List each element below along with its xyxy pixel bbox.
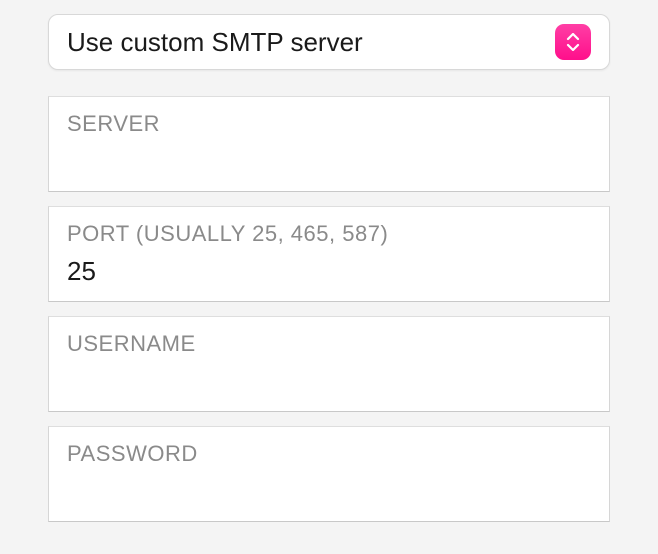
server-field-container: SERVER [48, 96, 610, 192]
chevron-up-down-icon [555, 24, 591, 60]
password-input[interactable] [67, 473, 591, 509]
server-input[interactable] [67, 143, 591, 179]
username-label: USERNAME [67, 331, 591, 357]
smtp-mode-dropdown[interactable]: Use custom SMTP server [48, 14, 610, 70]
port-input[interactable] [67, 253, 591, 289]
port-label: PORT (USUALLY 25, 465, 587) [67, 221, 591, 247]
username-field-container: USERNAME [48, 316, 610, 412]
server-label: SERVER [67, 111, 591, 137]
password-label: PASSWORD [67, 441, 591, 467]
username-input[interactable] [67, 363, 591, 399]
port-field-container: PORT (USUALLY 25, 465, 587) [48, 206, 610, 302]
dropdown-selected-label: Use custom SMTP server [67, 27, 555, 58]
password-field-container: PASSWORD [48, 426, 610, 522]
